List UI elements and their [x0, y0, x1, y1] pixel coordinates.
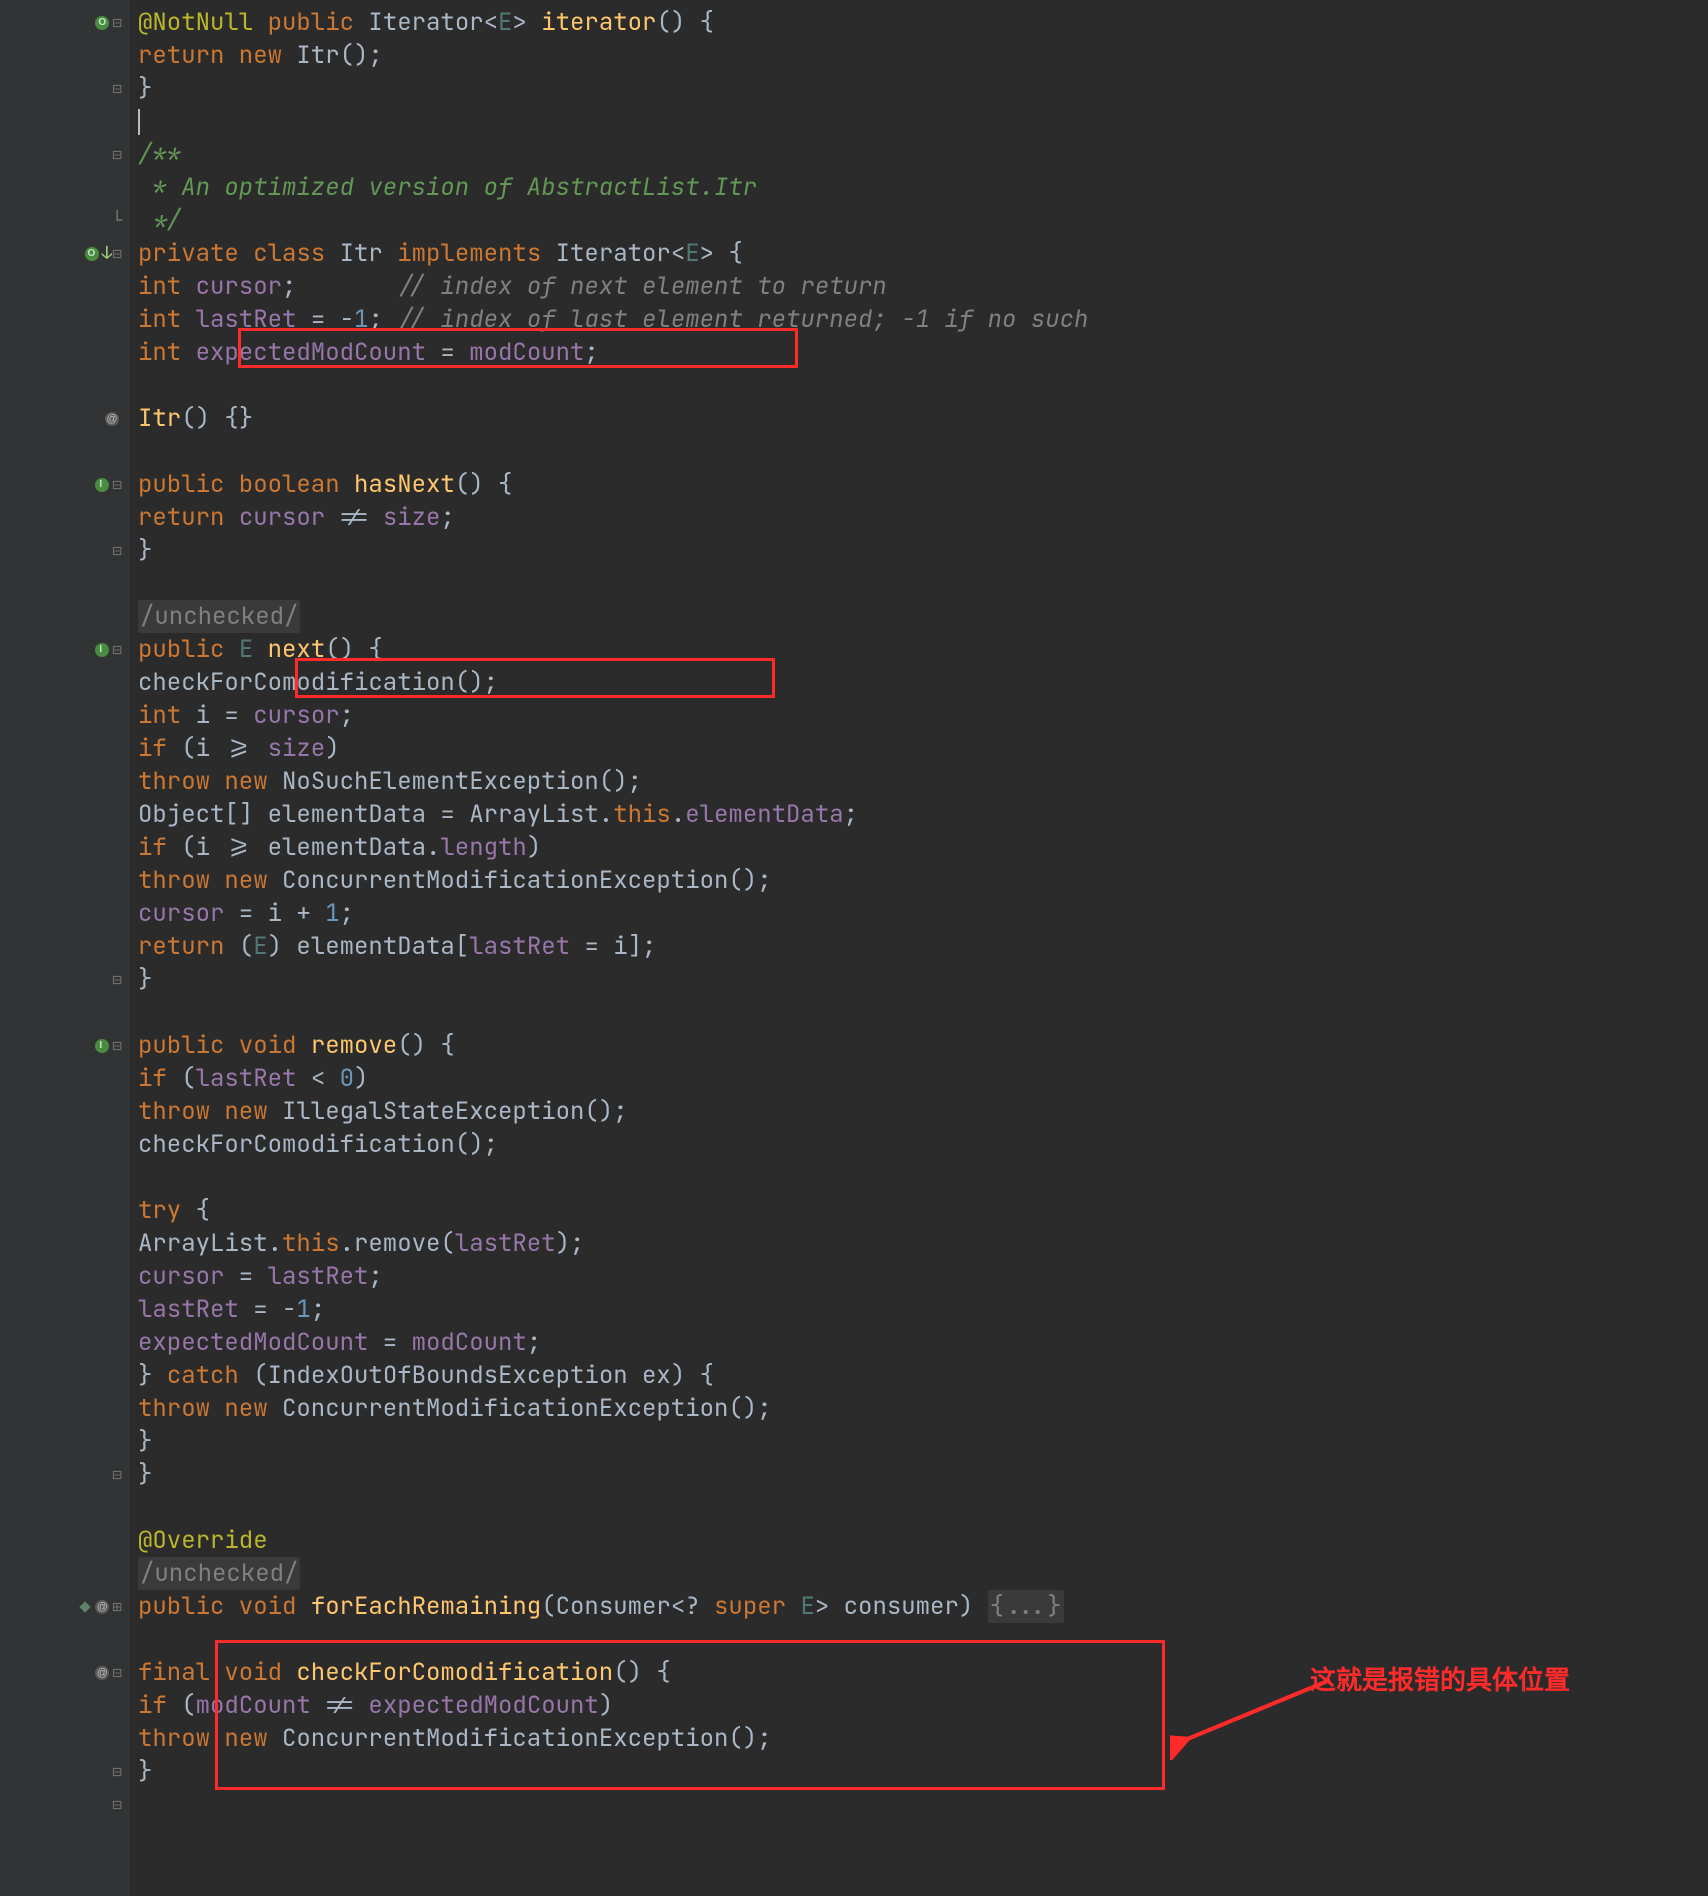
code-line[interactable]: */	[130, 204, 1708, 237]
code-line[interactable]: /**	[130, 138, 1708, 171]
code-line[interactable]: @NotNull public Iterator<E> iterator() {	[130, 6, 1708, 39]
code-line[interactable]: }	[130, 1425, 1708, 1458]
code-line[interactable]	[130, 1161, 1708, 1194]
code-line[interactable]: }	[130, 534, 1708, 567]
code-area[interactable]: @NotNull public Iterator<E> iterator() {…	[130, 0, 1708, 1896]
code-line[interactable]: cursor = lastRet;	[130, 1260, 1708, 1293]
override-icon	[95, 16, 109, 30]
code-line[interactable]	[130, 1491, 1708, 1524]
code-line[interactable]: checkForComodification();	[130, 1128, 1708, 1161]
code-line[interactable]	[130, 567, 1708, 600]
code-line[interactable]: /unchecked/	[130, 600, 1708, 633]
code-line[interactable]: throw new ConcurrentModificationExceptio…	[130, 864, 1708, 897]
code-line[interactable]: throw new ConcurrentModificationExceptio…	[130, 1392, 1708, 1425]
code-line[interactable]: lastRet = -1;	[130, 1293, 1708, 1326]
fold-icon[interactable]: ⊟	[112, 1458, 122, 1491]
fold-icon[interactable]: ⊟	[112, 468, 122, 501]
fold-icon[interactable]: ⊟	[112, 1656, 122, 1689]
code-line[interactable]: int cursor; // index of next element to …	[130, 270, 1708, 303]
code-line[interactable]: private class Itr implements Iterator<E>…	[130, 237, 1708, 270]
fold-icon[interactable]: ⊟	[112, 1755, 122, 1788]
fold-icon[interactable]: ⊟	[112, 138, 122, 171]
fold-icon[interactable]: ⊟	[112, 963, 122, 996]
code-line[interactable]: checkForComodification();	[130, 666, 1708, 699]
code-line[interactable]: return cursor != size;	[130, 501, 1708, 534]
code-line[interactable]: }	[130, 1755, 1708, 1788]
implements-icon	[95, 478, 109, 492]
fold-icon[interactable]: ⊟	[112, 237, 122, 270]
code-line[interactable]: return (E) elementData[lastRet = i];	[130, 930, 1708, 963]
fold-icon[interactable]: ⊟	[112, 6, 122, 39]
code-line[interactable]: expectedModCount = modCount;	[130, 1326, 1708, 1359]
code-editor[interactable]: ⊟ ⊟ ⊟ └ ↓⊟ @ ⊟ ⊟ ⊟ ⊟ ⊟	[0, 0, 1708, 1896]
code-line[interactable]: throw new ConcurrentModificationExceptio…	[130, 1722, 1708, 1755]
code-line[interactable]	[130, 996, 1708, 1029]
code-line[interactable]: Itr() {}	[130, 402, 1708, 435]
implements-icon	[95, 643, 109, 657]
code-line[interactable]: if (i >= elementData.length)	[130, 831, 1708, 864]
code-line[interactable]: }	[130, 963, 1708, 996]
code-line[interactable]: } catch (IndexOutOfBoundsException ex) {	[130, 1359, 1708, 1392]
code-line[interactable]	[130, 435, 1708, 468]
fold-icon[interactable]: ⊟	[112, 1788, 122, 1821]
code-line[interactable]: public boolean hasNext() {	[130, 468, 1708, 501]
code-line[interactable]: public void remove() {	[130, 1029, 1708, 1062]
code-line[interactable]: if (lastRet < 0)	[130, 1062, 1708, 1095]
override-icon	[85, 247, 99, 261]
code-line[interactable]: int lastRet = -1; // index of last eleme…	[130, 303, 1708, 336]
fold-icon[interactable]: ⊟	[112, 633, 122, 666]
code-line[interactable]: int expectedModCount = modCount;	[130, 336, 1708, 369]
code-line[interactable]: /unchecked/	[130, 1557, 1708, 1590]
code-line[interactable]: cursor = i + 1;	[130, 897, 1708, 930]
fold-icon[interactable]: ⊞	[112, 1590, 122, 1623]
fold-icon[interactable]: └	[112, 204, 122, 237]
code-line[interactable]: return new Itr();	[130, 39, 1708, 72]
code-line[interactable]: ArrayList.this.remove(lastRet);	[130, 1227, 1708, 1260]
code-line[interactable]: int i = cursor;	[130, 699, 1708, 732]
implements-icon	[95, 1039, 109, 1053]
code-line[interactable]: public void forEachRemaining(Consumer<? …	[130, 1590, 1708, 1623]
annotation-label: 这就是报错的具体位置	[1310, 1660, 1570, 1697]
code-line[interactable]: Object[] elementData = ArrayList.this.el…	[130, 798, 1708, 831]
code-line[interactable]: throw new NoSuchElementException();	[130, 765, 1708, 798]
at-icon: @	[95, 1600, 109, 1614]
at-icon: @	[95, 1666, 109, 1680]
code-line[interactable]: }	[130, 1458, 1708, 1491]
code-line[interactable]	[130, 1623, 1708, 1656]
code-line[interactable]: @Override	[130, 1524, 1708, 1557]
code-line[interactable]	[130, 105, 1708, 138]
code-line[interactable]: if (i >= size)	[130, 732, 1708, 765]
code-line[interactable]: * An optimized version of AbstractList.I…	[130, 171, 1708, 204]
code-line[interactable]	[130, 1788, 1708, 1821]
code-line[interactable]: }	[130, 72, 1708, 105]
end-icon	[80, 1601, 91, 1612]
fold-icon[interactable]: ⊟	[112, 534, 122, 567]
fold-icon[interactable]: ⊟	[112, 1029, 122, 1062]
fold-icon[interactable]: ⊟	[112, 72, 122, 105]
code-line[interactable]: public E next() {	[130, 633, 1708, 666]
code-line[interactable]: throw new IllegalStateException();	[130, 1095, 1708, 1128]
at-icon: @	[105, 412, 119, 426]
code-line[interactable]: try {	[130, 1194, 1708, 1227]
code-line[interactable]	[130, 369, 1708, 402]
gutter: ⊟ ⊟ ⊟ └ ↓⊟ @ ⊟ ⊟ ⊟ ⊟ ⊟	[0, 0, 130, 1896]
